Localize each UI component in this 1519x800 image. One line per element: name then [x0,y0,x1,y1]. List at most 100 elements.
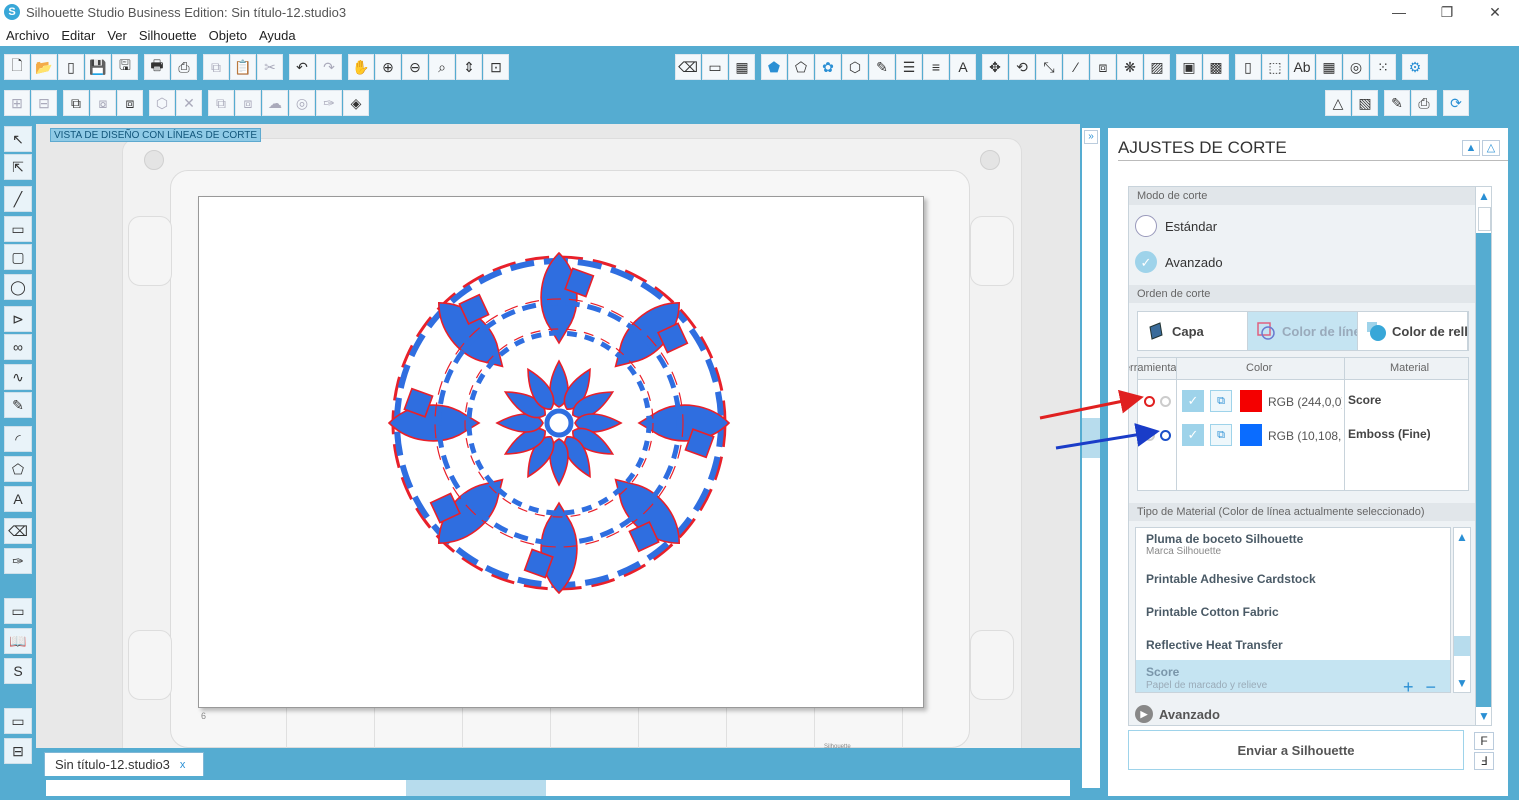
material-scrollbar[interactable]: ▲ ▼ [1453,527,1471,693]
text-icon[interactable]: Ab [1289,54,1315,80]
material-list[interactable]: Pluma de boceto Silhouette Marca Silhoue… [1135,527,1451,693]
add-material-button[interactable]: + [1403,677,1414,698]
material-name[interactable]: Score [1348,393,1381,407]
layers-icon[interactable]: ▦ [1316,54,1342,80]
eraser-tool-icon[interactable]: ⌫ [4,518,32,544]
mandala-design[interactable] [379,243,739,603]
menu-archivo[interactable]: Archivo [0,28,55,43]
pan-hand-icon[interactable]: ✋ [348,54,374,80]
zoom-out-icon[interactable]: ⊖ [402,54,428,80]
f-flip-button[interactable]: Ⅎ [1474,752,1494,770]
fill-toggle-icon[interactable]: ⧉ [1210,390,1232,412]
check-icon[interactable]: ✓ [1182,424,1204,446]
ungroup-icon[interactable]: ⊟ [31,90,57,116]
check-icon[interactable]: ✓ [1182,390,1204,412]
select-tool-icon[interactable]: ↖ [4,126,32,152]
document-tab[interactable]: Sin título-12.studio3 x [44,752,204,776]
spiral-icon[interactable]: ◎ [1343,54,1369,80]
cut-icon[interactable]: ✂ [257,54,283,80]
scale-icon[interactable]: ⤡ [1036,54,1062,80]
zoom-select-icon[interactable]: ⌕ [429,54,455,80]
tab-line-color[interactable]: Color de línea [1248,312,1358,350]
tool-1-icon[interactable] [1144,430,1155,441]
list-item[interactable]: Reflective Heat Transfer [1146,638,1283,652]
sketch-view-icon[interactable]: ✎ [1384,90,1410,116]
release-icon[interactable]: ⧇ [90,90,116,116]
vertical-scrollbar[interactable]: » [1082,128,1100,788]
grid-icon[interactable]: ▦ [729,54,755,80]
undo-icon[interactable]: ↶ [289,54,315,80]
ellipse-tool-icon[interactable]: ◯ [4,274,32,300]
scroll-up-icon[interactable]: ▲ [1456,530,1468,544]
target-icon[interactable]: ◎ [289,90,315,116]
freehand-tool-icon[interactable]: ∿ [4,364,32,390]
remove-material-button[interactable]: − [1426,677,1437,698]
duplicate-icon[interactable]: ⧈ [117,90,143,116]
new-file-icon[interactable]: 🗋 [4,54,30,80]
rotate-icon[interactable]: ⟲ [1009,54,1035,80]
material-name[interactable]: Emboss (Fine) [1348,427,1431,441]
gradient-icon[interactable]: ⬡ [842,54,868,80]
flower-shape-icon[interactable]: ✿ [815,54,841,80]
line-color-icon[interactable]: ✎ [869,54,895,80]
fill-pattern-icon[interactable]: ⬠ [788,54,814,80]
point-edit-tool-icon[interactable]: ⇱ [4,154,32,180]
line-tool-icon[interactable]: ╱ [4,186,32,212]
panel-collapse-icon[interactable]: △ [1482,140,1500,156]
bring-front-icon[interactable]: ⧉ [208,90,234,116]
menu-ayuda[interactable]: Ayuda [253,28,302,43]
3d-icon[interactable]: ◈ [343,90,369,116]
align-icon[interactable]: ⧈ [1090,54,1116,80]
weld-icon[interactable]: ⬡ [149,90,175,116]
radio-circle[interactable] [1135,215,1157,237]
text-tool-icon[interactable]: A [4,486,32,512]
horizontal-scrollbar[interactable] [36,776,1080,800]
list-item[interactable]: Pluma de boceto Silhouette [1146,532,1303,546]
offset-icon[interactable]: ▯ [1235,54,1261,80]
page-tool-icon[interactable]: ▭ [4,598,32,624]
tool-2-icon[interactable] [1160,396,1171,407]
collapse-panel-icon[interactable]: » [1084,130,1098,144]
send-view-icon[interactable]: ⎙ [1411,90,1437,116]
send-back-icon[interactable]: ⧈ [235,90,261,116]
scroll-thumb[interactable] [1478,207,1491,231]
compound-icon[interactable]: ⧉ [63,90,89,116]
save-library-icon[interactable]: 🖫 [112,54,138,80]
store-tool-icon[interactable]: S [4,658,32,684]
scroll-up-icon[interactable]: ▲ [1478,189,1490,203]
rectangle-tool-icon[interactable]: ▭ [4,216,32,242]
menu-silhouette[interactable]: Silhouette [133,28,203,43]
replicate-icon[interactable]: ❋ [1117,54,1143,80]
curve-tool-icon[interactable]: ∞ [4,334,32,360]
print-icon[interactable]: 🖶 [144,54,170,80]
sketch-icon[interactable]: ⬚ [1262,54,1288,80]
zoom-in-icon[interactable]: ⊕ [375,54,401,80]
text-style-icon[interactable]: A [950,54,976,80]
pencil-tool-icon[interactable]: ✎ [4,392,32,418]
minimize-button[interactable]: — [1375,0,1423,24]
fit-page-icon[interactable]: ⊡ [483,54,509,80]
open-folder-icon[interactable]: 📂 [31,54,57,80]
pentagon-icon[interactable]: ⬟ [761,54,787,80]
arc-tool-icon[interactable]: ◜ [4,426,32,452]
scroll-thumb[interactable] [406,780,546,796]
tab-layer[interactable]: Capa [1138,312,1248,350]
sync-icon[interactable]: ⟳ [1443,90,1469,116]
fill-color-icon[interactable]: ▩ [1203,54,1229,80]
expand-play-icon[interactable]: ▶ [1135,705,1153,723]
menu-editar[interactable]: Editar [55,28,101,43]
line-style-icon[interactable]: ☰ [896,54,922,80]
transform-icon[interactable]: ✥ [982,54,1008,80]
list-item-selected[interactable]: Score [1146,665,1179,679]
menu-ver[interactable]: Ver [101,28,133,43]
save-icon[interactable]: 💾 [85,54,111,80]
table-row[interactable]: ✓ ⧉ RGB (244,0,0) Score [1138,388,1468,418]
split-view-icon[interactable]: ⊟ [4,738,32,764]
redo-icon[interactable]: ↷ [316,54,342,80]
trace-icon[interactable]: ▣ [1176,54,1202,80]
maximize-button[interactable]: ❐ [1423,0,1471,24]
library-tool-icon[interactable]: 📖 [4,628,32,654]
cloud-icon[interactable]: ☁ [262,90,288,116]
close-tab-icon[interactable]: x [180,759,186,771]
send-icon[interactable]: ⎙ [171,54,197,80]
